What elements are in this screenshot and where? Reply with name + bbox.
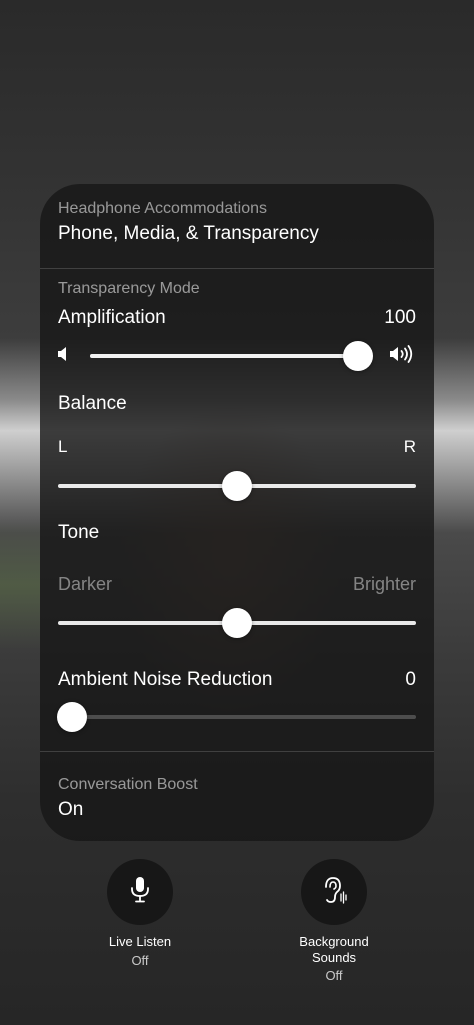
headphone-accommodations-label: Headphone Accommodations [58, 200, 268, 217]
amplification-value: 100 [384, 307, 416, 328]
balance-thumb[interactable] [222, 471, 252, 501]
speaker-low-icon [57, 346, 71, 367]
background-sounds-button[interactable] [301, 859, 367, 925]
tone-label: Tone [58, 522, 100, 543]
amplification-label: Amplification [58, 307, 166, 328]
hearing-accommodations-panel: Headphone Accommodations Phone, Media, &… [40, 184, 434, 841]
divider [40, 751, 434, 752]
live-listen-button[interactable] [107, 859, 173, 925]
balance-left-label: L [58, 437, 68, 456]
ambient-noise-reduction-slider[interactable] [57, 702, 416, 732]
ear-icon [321, 875, 347, 910]
amplification-fill [90, 354, 358, 358]
amplification-slider[interactable] [90, 341, 373, 371]
ambient-noise-reduction-thumb[interactable] [57, 702, 87, 732]
background-blur [0, 520, 40, 650]
ambient-noise-reduction-label: Ambient Noise Reduction [58, 669, 273, 690]
conversation-boost-label: Conversation Boost [58, 776, 198, 793]
background-sounds-label: Background Sounds [299, 934, 369, 965]
amplification-thumb[interactable] [343, 341, 373, 371]
speaker-high-icon [389, 345, 417, 368]
tone-darker-label: Darker [58, 574, 113, 594]
live-listen-label: Live Listen [108, 934, 172, 949]
tone-thumb[interactable] [222, 608, 252, 638]
balance-slider[interactable] [58, 471, 416, 501]
divider [40, 268, 434, 269]
ambient-noise-reduction-value: 0 [405, 669, 416, 690]
microphone-icon [129, 876, 151, 909]
balance-right-label: R [403, 437, 416, 456]
balance-label: Balance [58, 393, 127, 414]
tone-slider[interactable] [58, 608, 416, 638]
background-sounds-state: Off [325, 968, 343, 983]
transparency-mode-label: Transparency Mode [58, 280, 200, 297]
conversation-boost-value[interactable]: On [58, 799, 83, 821]
headphone-accommodations-value[interactable]: Phone, Media, & Transparency [58, 223, 319, 245]
tone-brighter-label: Brighter [352, 574, 416, 594]
live-listen-state: Off [131, 953, 149, 968]
